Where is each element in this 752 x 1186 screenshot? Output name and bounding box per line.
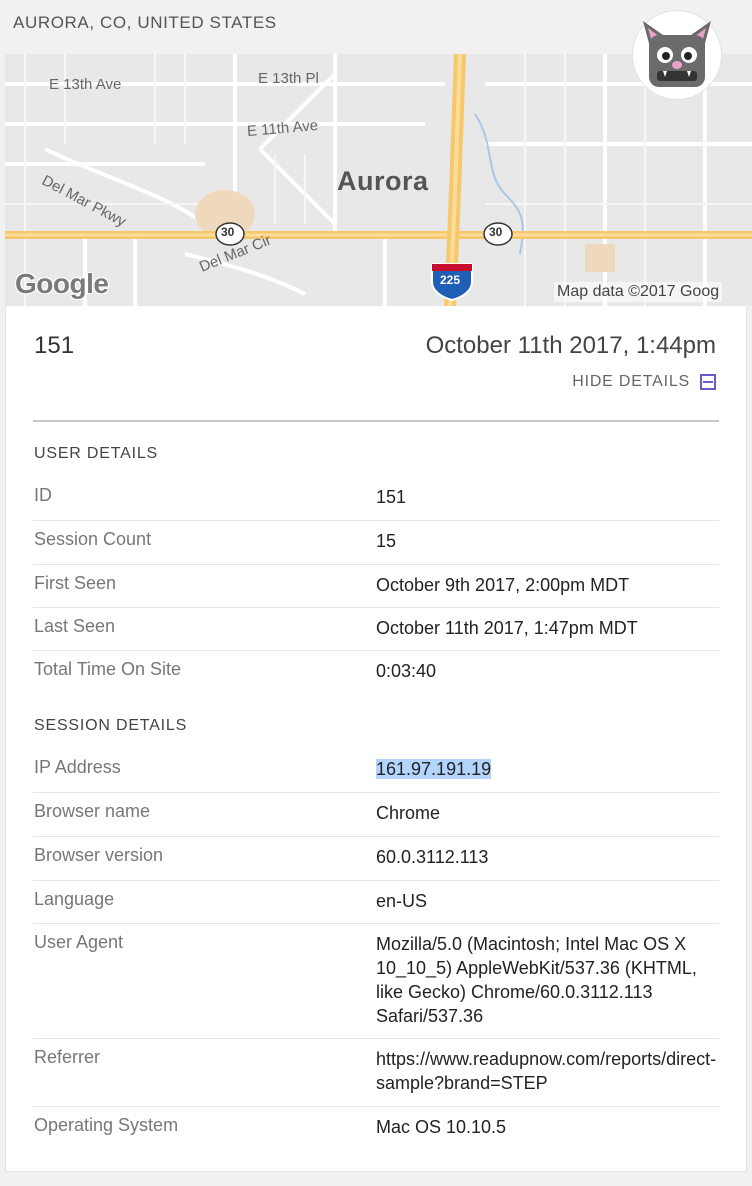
detail-key: Browser version — [34, 845, 164, 865]
detail-key: Operating System — [34, 1115, 179, 1135]
detail-value: 60.0.3112.113 — [376, 847, 489, 867]
detail-key: Total Time On Site — [34, 659, 182, 679]
hide-details-button[interactable]: HIDE DETAILS — [572, 373, 716, 391]
detail-key: First Seen — [34, 573, 117, 593]
collapse-icon — [700, 374, 716, 390]
google-logo: Google — [15, 268, 109, 299]
detail-key: ID — [34, 485, 52, 505]
detail-value: en-US — [376, 891, 428, 911]
detail-value: Mozilla/5.0 (Macintosh; Intel Mac OS X 1… — [376, 934, 697, 1026]
detail-row-browser-name: Browser name Chrome — [33, 793, 719, 837]
detail-row-first-seen: First Seen October 9th 2017, 2:00pm MDT — [33, 565, 719, 608]
bottom-bar — [0, 1172, 752, 1186]
detail-row-id: ID 151 — [33, 477, 719, 521]
session-details-title: SESSION DETAILS — [34, 717, 188, 734]
detail-key: Last Seen — [34, 616, 116, 636]
detail-row-total-time: Total Time On Site 0:03:40 — [33, 651, 719, 695]
detail-row-session-count: Session Count 15 — [33, 521, 719, 565]
divider — [33, 420, 719, 422]
map-city-label: Aurora — [337, 166, 429, 196]
map-attribution[interactable]: Map data ©2017 Goog — [554, 282, 723, 302]
detail-value: 15 — [376, 531, 397, 551]
session-card: 151 October 11th 2017, 1:44pm HIDE DETAI… — [5, 306, 747, 1172]
detail-key: Language — [34, 889, 115, 909]
detail-value: October 9th 2017, 2:00pm MDT — [376, 575, 630, 595]
detail-value: 151 — [376, 487, 407, 507]
session-detail-page: AURORA, CO, UNITED STATES E 13th Ave E 1… — [0, 0, 752, 1186]
route-30-shield-east: 30 — [489, 225, 503, 239]
detail-key: Browser name — [34, 801, 151, 821]
detail-value: October 11th 2017, 1:47pm MDT — [376, 618, 638, 638]
route-30-shield-west: 30 — [221, 225, 235, 239]
interstate-225-shield: 225 — [440, 273, 461, 287]
monster-avatar-icon — [637, 15, 717, 95]
detail-row-ip-address: IP Address 161.97.191.19 — [33, 749, 719, 793]
detail-row-user-agent: User Agent Mozilla/5.0 (Macintosh; Intel… — [33, 924, 719, 1039]
hide-details-label: HIDE DETAILS — [572, 373, 690, 390]
detail-row-language: Language en-US — [33, 881, 719, 924]
detail-row-browser-version: Browser version 60.0.3112.113 — [33, 837, 719, 881]
detail-value: Chrome — [376, 803, 441, 823]
detail-row-operating-system: Operating System Mac OS 10.10.5 — [33, 1107, 719, 1151]
detail-key: Referrer — [34, 1047, 101, 1067]
summary-datetime: October 11th 2017, 1:44pm — [425, 332, 716, 359]
detail-row-last-seen: Last Seen October 11th 2017, 1:47pm MDT — [33, 608, 719, 651]
detail-row-referrer: Referrer https://www.readupnow.com/repor… — [33, 1039, 719, 1107]
detail-value: 0:03:40 — [376, 661, 437, 681]
map-label-e-13th-pl: E 13th Pl — [258, 70, 319, 87]
summary-user-id: 151 — [34, 332, 75, 359]
user-avatar[interactable] — [633, 11, 721, 99]
detail-value: Mac OS 10.10.5 — [376, 1117, 507, 1137]
detail-key: IP Address — [34, 757, 121, 777]
map-label-e-13th-ave: E 13th Ave — [49, 76, 122, 93]
ip-address-selection[interactable]: 161.97.191.19 — [376, 759, 492, 779]
user-details-title: USER DETAILS — [34, 445, 158, 462]
detail-key: User Agent — [34, 932, 124, 952]
detail-key: Session Count — [34, 529, 152, 549]
detail-value[interactable]: https://www.readupnow.com/reports/direct… — [376, 1047, 721, 1095]
detail-value[interactable]: 161.97.191.19 — [376, 757, 721, 781]
